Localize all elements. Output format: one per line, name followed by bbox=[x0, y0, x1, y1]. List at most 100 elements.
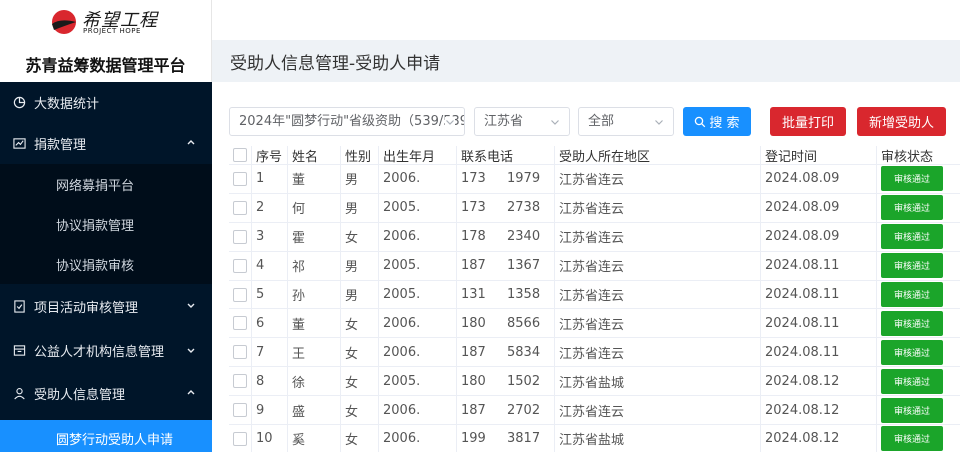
table-row[interactable]: 9 盛 女 2006. 187 2702 江苏省连云 2024.08.12 审核… bbox=[229, 396, 960, 426]
table-row[interactable]: 1 董 男 2006. 173 1979 江苏省连云 2024.08.09 审核… bbox=[229, 165, 960, 194]
row-phone: 180 1502 bbox=[456, 367, 554, 396]
sidebar-subitem-agreement-management[interactable]: 协议捐款管理 bbox=[0, 204, 212, 244]
submenu-beneficiary: 圆梦行动受助人申请 bbox=[0, 420, 212, 452]
row-checkbox-cell bbox=[229, 338, 251, 366]
sidebar-item-beneficiary[interactable]: 受助人信息管理 bbox=[0, 371, 212, 416]
row-checkbox[interactable] bbox=[233, 229, 247, 244]
row-name: 奚 bbox=[287, 425, 340, 452]
row-checkbox[interactable] bbox=[233, 345, 247, 360]
table-row[interactable]: 2 何 男 2005. 173 2738 江苏省连云 2024.08.09 审核… bbox=[229, 193, 960, 223]
status-badge[interactable]: 审核通过 bbox=[881, 426, 943, 452]
sidebar-subitem-agreement-review[interactable]: 协议捐款审核 bbox=[0, 244, 212, 284]
row-checkbox-cell bbox=[229, 367, 251, 395]
row-date: 2024.08.09 bbox=[760, 165, 876, 193]
status-badge[interactable]: 审核通过 bbox=[881, 253, 943, 279]
top-bar bbox=[212, 0, 960, 40]
sidebar-item-talent-org[interactable]: 公益人才机构信息管理 bbox=[0, 329, 212, 371]
row-checkbox[interactable] bbox=[233, 287, 247, 302]
file-check-icon bbox=[12, 300, 26, 314]
sidebar-item-statistics[interactable]: 大数据统计 bbox=[0, 82, 212, 123]
table-row[interactable]: 10 奚 女 2006. 199 3817 江苏省盐城 2024.08.12 审… bbox=[229, 425, 960, 452]
status-badge[interactable]: 审核通过 bbox=[881, 397, 943, 423]
row-area: 江苏省连云 bbox=[554, 193, 760, 222]
sidebar-item-donations[interactable]: 捐款管理 bbox=[0, 123, 212, 164]
row-area: 江苏省连云 bbox=[554, 338, 760, 367]
table-row[interactable]: 5 孙 男 2005. 131 1358 江苏省连云 2024.08.11 审核… bbox=[229, 280, 960, 310]
status-badge[interactable]: 审核通过 bbox=[881, 339, 943, 365]
row-checkbox[interactable] bbox=[233, 403, 247, 418]
batch-print-label: 批量打印 bbox=[781, 116, 834, 131]
header-birth: 出生年月 bbox=[378, 146, 456, 164]
chevron-down-icon bbox=[187, 303, 195, 308]
row-date: 2024.08.12 bbox=[760, 425, 876, 452]
row-sex: 男 bbox=[340, 280, 378, 309]
add-beneficiary-label: 新增受助人 bbox=[868, 116, 934, 131]
table-row[interactable]: 7 王 女 2006. 187 5834 江苏省连云 2024.08.11 审核… bbox=[229, 338, 960, 368]
row-phone-suffix: 1979 bbox=[507, 171, 541, 187]
search-button[interactable]: 搜 索 bbox=[683, 107, 751, 136]
row-checkbox[interactable] bbox=[233, 316, 247, 331]
row-phone-prefix: 187 bbox=[461, 344, 486, 360]
row-checkbox[interactable] bbox=[233, 258, 247, 273]
row-sex: 女 bbox=[340, 425, 378, 452]
sidebar-subitem-online-platform[interactable]: 网络募捐平台 bbox=[0, 164, 212, 204]
sidebar-item-project-review[interactable]: 项目活动审核管理 bbox=[0, 284, 212, 329]
table-row[interactable]: 8 徐 女 2005. 180 1502 江苏省盐城 2024.08.12 审核… bbox=[229, 367, 960, 397]
row-checkbox-cell bbox=[229, 425, 251, 452]
scope-select[interactable]: 全部 bbox=[578, 107, 674, 136]
sidebar-item-label: 大数据统计 bbox=[34, 97, 100, 112]
sidebar-menu: 大数据统计 捐款管理 网络募捐平台 协议捐款管理 协议捐款审核 项目活动审核管理 bbox=[0, 82, 212, 452]
row-name: 徐 bbox=[287, 367, 340, 396]
row-area: 江苏省连云 bbox=[554, 222, 760, 251]
select-all-checkbox[interactable] bbox=[233, 148, 247, 162]
header-sex: 性别 bbox=[340, 146, 378, 164]
row-date: 2024.08.11 bbox=[760, 280, 876, 309]
row-date: 2024.08.11 bbox=[760, 309, 876, 338]
status-badge[interactable]: 审核通过 bbox=[881, 224, 943, 250]
table-row[interactable]: 3 霍 女 2006. 178 2340 江苏省连云 2024.08.09 审核… bbox=[229, 222, 960, 252]
batch-print-button[interactable]: 批量打印 bbox=[770, 107, 846, 136]
sidebar-item-label: 项目活动审核管理 bbox=[34, 301, 139, 316]
row-phone-suffix: 2702 bbox=[507, 402, 541, 418]
row-no: 5 bbox=[251, 280, 287, 309]
row-birth: 2006. bbox=[378, 396, 456, 425]
status-badge[interactable]: 审核通过 bbox=[881, 310, 943, 336]
row-checkbox[interactable] bbox=[233, 374, 247, 389]
row-status-cell: 审核通过 bbox=[876, 165, 960, 193]
project-select[interactable]: 2024年"圆梦行动"省级资助（539/539） bbox=[229, 107, 465, 136]
beneficiary-table: 序号 姓名 性别 出生年月 联系电话 受助人所在地区 登记时间 审核状态 1 董… bbox=[229, 146, 960, 452]
row-birth: 2006. bbox=[378, 425, 456, 452]
row-phone-suffix: 1358 bbox=[507, 287, 541, 302]
status-badge[interactable]: 审核通过 bbox=[881, 166, 943, 192]
row-checkbox[interactable] bbox=[233, 171, 247, 186]
row-phone: 173 1979 bbox=[456, 165, 554, 193]
row-birth: 2006. bbox=[378, 165, 456, 193]
row-birth: 2006. bbox=[378, 309, 456, 338]
sidebar-subitem-dream-applicants[interactable]: 圆梦行动受助人申请 bbox=[0, 420, 212, 452]
sidebar-item-label: 公益人才机构信息管理 bbox=[34, 344, 165, 360]
status-badge[interactable]: 审核通过 bbox=[881, 368, 943, 394]
table-row[interactable]: 4 祁 男 2005. 187 1367 江苏省连云 2024.08.11 审核… bbox=[229, 251, 960, 281]
status-badge[interactable]: 审核通过 bbox=[881, 282, 943, 307]
row-no: 2 bbox=[251, 193, 287, 222]
line-chart-icon bbox=[12, 137, 26, 151]
row-no: 9 bbox=[251, 396, 287, 425]
header-area: 受助人所在地区 bbox=[554, 146, 760, 164]
row-phone-prefix: 199 bbox=[461, 431, 486, 447]
row-checkbox[interactable] bbox=[233, 431, 247, 446]
table-row[interactable]: 6 董 女 2006. 180 8566 江苏省连云 2024.08.11 审核… bbox=[229, 309, 960, 339]
row-phone-suffix: 2738 bbox=[507, 200, 541, 216]
chevron-down-icon bbox=[187, 348, 195, 353]
header-name: 姓名 bbox=[287, 146, 340, 164]
row-area: 江苏省盐城 bbox=[554, 425, 760, 452]
row-date: 2024.08.11 bbox=[760, 338, 876, 367]
row-no: 8 bbox=[251, 367, 287, 396]
row-checkbox[interactable] bbox=[233, 200, 247, 215]
logo-subtitle: PROJECT HOPE bbox=[83, 27, 141, 35]
status-badge[interactable]: 审核通过 bbox=[881, 195, 943, 221]
add-beneficiary-button[interactable]: 新增受助人 bbox=[857, 107, 946, 136]
province-select[interactable]: 江苏省 bbox=[474, 107, 570, 136]
row-sex: 男 bbox=[340, 251, 378, 280]
row-phone-prefix: 180 bbox=[461, 373, 486, 389]
project-hope-logo[interactable]: 希望工程 PROJECT HOPE bbox=[50, 6, 160, 38]
